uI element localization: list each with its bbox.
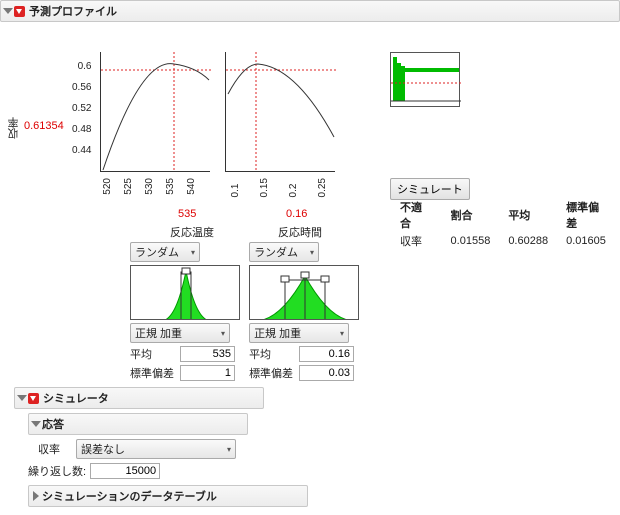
sim-data-table-title: シミュレーションのデータテーブル	[42, 488, 217, 504]
chevron-down-icon: ▾	[310, 248, 314, 257]
mean-input-time[interactable]	[299, 346, 354, 362]
mean-label: 平均	[249, 346, 299, 362]
disclosure-icon[interactable]	[3, 8, 13, 14]
stats-cell: 0.01605	[558, 233, 618, 249]
x-current-temperature: 535	[178, 208, 196, 220]
reps-label: 繰り返し数:	[28, 463, 86, 479]
profile-plot-temperature[interactable]	[100, 52, 210, 172]
x-label-time: 反応時間	[278, 224, 322, 240]
random-dropdown-temperature[interactable]: ランダム ▾	[130, 242, 200, 262]
red-triangle-menu[interactable]	[14, 6, 25, 17]
x-ticks-time: 0.1 0.15 0.2 0.25	[230, 178, 328, 197]
x-tick: 0.1	[230, 178, 241, 197]
sd-label: 標準偏差	[249, 365, 299, 381]
stats-col-mean: 平均	[500, 199, 556, 231]
simulator-title: シミュレータ	[43, 390, 109, 406]
disclosure-icon[interactable]	[33, 491, 39, 501]
chevron-down-icon: ▾	[191, 248, 195, 257]
chevron-down-icon: ▾	[227, 445, 231, 454]
stats-col-defect: 不適合	[392, 199, 441, 231]
sd-input-time[interactable]	[299, 365, 354, 381]
header-title: 予測プロファイル	[29, 3, 117, 19]
stats-col-rate: 割合	[443, 199, 499, 231]
chevron-down-icon: ▾	[221, 329, 225, 338]
stats-cell: 0.01558	[443, 233, 499, 249]
factor-settings-time: ランダム ▾ 正規 加重 ▾ 平均 標準偏差	[249, 242, 359, 381]
chevron-down-icon: ▾	[340, 329, 344, 338]
sd-input-temperature[interactable]	[180, 365, 235, 381]
simulation-histogram-thumbnail[interactable]	[390, 52, 460, 107]
stats-col-sd: 標準偏差	[558, 199, 618, 231]
simulator-header[interactable]: シミュレータ	[14, 387, 264, 409]
dropdown-label: 正規 加重	[254, 325, 301, 341]
x-tick: 525	[123, 178, 134, 195]
dropdown-label: 誤差なし	[81, 441, 125, 457]
random-dropdown-time[interactable]: ランダム ▾	[249, 242, 319, 262]
responses-header[interactable]: 応答	[28, 413, 248, 435]
distribution-preview-temperature[interactable]	[130, 265, 240, 320]
profile-plot-time[interactable]	[225, 52, 335, 172]
sim-data-table-header[interactable]: シミュレーションのデータテーブル	[28, 485, 308, 507]
reps-input[interactable]	[90, 463, 160, 479]
x-tick: 535	[165, 178, 176, 195]
x-tick: 540	[186, 178, 197, 195]
mean-label: 平均	[130, 346, 180, 362]
x-ticks-temperature: 520 525 530 535 540	[102, 178, 197, 195]
stats-row-label: 収率	[392, 233, 441, 249]
defect-stats-table: 不適合 割合 平均 標準偏差 収率 0.01558 0.60288 0.0160…	[390, 197, 620, 251]
y-tick: 0.52	[72, 98, 91, 119]
responses-title: 応答	[42, 416, 64, 432]
x-current-time: 0.16	[286, 208, 307, 220]
y-current-value: 0.61354	[24, 120, 64, 132]
disclosure-icon[interactable]	[31, 421, 41, 427]
x-tick: 0.15	[259, 178, 270, 197]
y-tick: 0.6	[72, 56, 91, 77]
y-tick: 0.56	[72, 77, 91, 98]
prediction-profiler-header[interactable]: 予測プロファイル	[0, 0, 620, 22]
y-tick: 0.44	[72, 140, 91, 161]
y-tick: 0.48	[72, 119, 91, 140]
dropdown-label: ランダム	[254, 244, 298, 260]
profiler-area: 収率 0.61354 0.6 0.56 0.52 0.48 0.44	[0, 22, 620, 242]
distribution-select-time[interactable]: 正規 加重 ▾	[249, 323, 349, 343]
y-axis-label: 収率	[6, 117, 22, 139]
x-tick: 0.2	[288, 178, 299, 197]
x-tick: 520	[102, 178, 113, 195]
red-triangle-menu[interactable]	[28, 393, 39, 404]
stats-cell: 0.60288	[500, 233, 556, 249]
response-row-label: 収率	[38, 441, 72, 457]
x-label-temperature: 反応温度	[170, 224, 214, 240]
x-tick: 0.25	[317, 178, 328, 197]
disclosure-icon[interactable]	[17, 395, 27, 401]
factor-settings-temperature: ランダム ▾ 正規 加重 ▾ 平均 標準偏差	[130, 242, 240, 381]
dropdown-label: ランダム	[135, 244, 179, 260]
y-ticks: 0.6 0.56 0.52 0.48 0.44	[72, 56, 91, 161]
mean-input-temperature[interactable]	[180, 346, 235, 362]
sd-label: 標準偏差	[130, 365, 180, 381]
distribution-select-temperature[interactable]: 正規 加重 ▾	[130, 323, 230, 343]
response-noise-select[interactable]: 誤差なし ▾	[76, 439, 236, 459]
x-tick: 530	[144, 178, 155, 195]
dropdown-label: 正規 加重	[135, 325, 182, 341]
distribution-preview-time[interactable]	[249, 265, 359, 320]
